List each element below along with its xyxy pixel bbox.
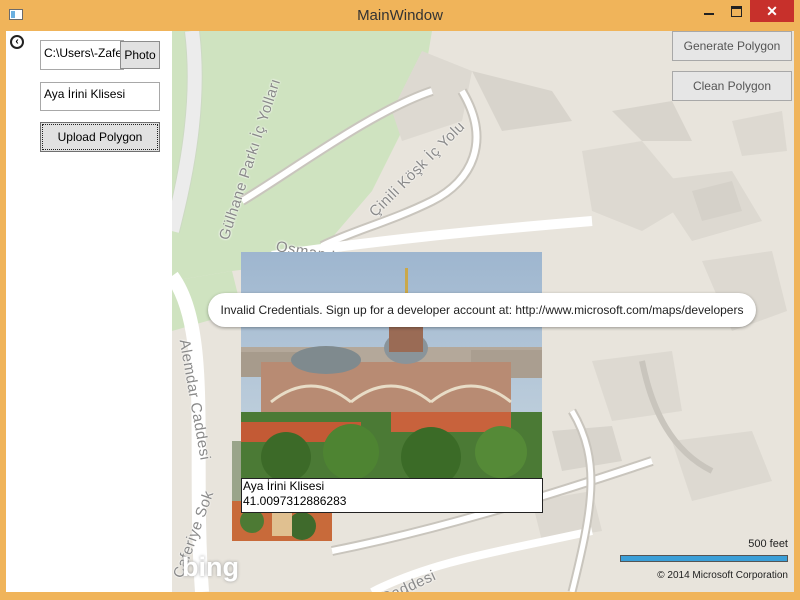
client-area: ‹ C:\Users\-Zafer Photo Aya İrini Klises… — [6, 31, 794, 592]
back-arrow-icon[interactable]: ‹ — [10, 35, 24, 49]
copyright-text: © 2014 Microsoft Corporation — [657, 570, 788, 581]
main-window: MainWindow ✕ ‹ C:\Users\-Zafer Photo Aya… — [0, 0, 800, 600]
place-name-field[interactable]: Aya İrini Klisesi — [40, 82, 160, 111]
window-title: MainWindow — [357, 7, 443, 24]
pushpin-caption[interactable]: Aya İrini Klisesi 41.0097312886283 — [241, 478, 543, 513]
minimize-button[interactable] — [694, 0, 724, 22]
church-image — [241, 252, 542, 480]
generate-polygon-button[interactable]: Generate Polygon — [672, 31, 792, 61]
sidebar: ‹ C:\Users\-Zafer Photo Aya İrini Klises… — [6, 31, 172, 592]
pushpin-title: Aya İrini Klisesi — [243, 479, 325, 493]
scale-bar — [620, 555, 788, 562]
error-message: Invalid Credentials. Sign up for a devel… — [208, 293, 756, 327]
photo-button[interactable]: Photo — [120, 41, 160, 69]
pushpin-value: 41.0097312886283 — [243, 494, 347, 508]
photo-path-field[interactable]: C:\Users\-Zafer — [40, 40, 124, 70]
close-button[interactable]: ✕ — [750, 0, 794, 22]
upload-polygon-button[interactable]: Upload Polygon — [40, 122, 160, 152]
clean-polygon-button[interactable]: Clean Polygon — [672, 71, 792, 101]
church-photo[interactable] — [241, 252, 542, 480]
title-bar[interactable]: MainWindow ✕ — [0, 0, 800, 31]
maximize-button[interactable] — [722, 0, 750, 22]
map-view[interactable]: Gülhane Parkı İç Yolları Osman Hamdi Bey… — [172, 31, 794, 592]
scale-label: 500 feet — [748, 538, 788, 550]
bing-logo: bing — [182, 552, 239, 582]
